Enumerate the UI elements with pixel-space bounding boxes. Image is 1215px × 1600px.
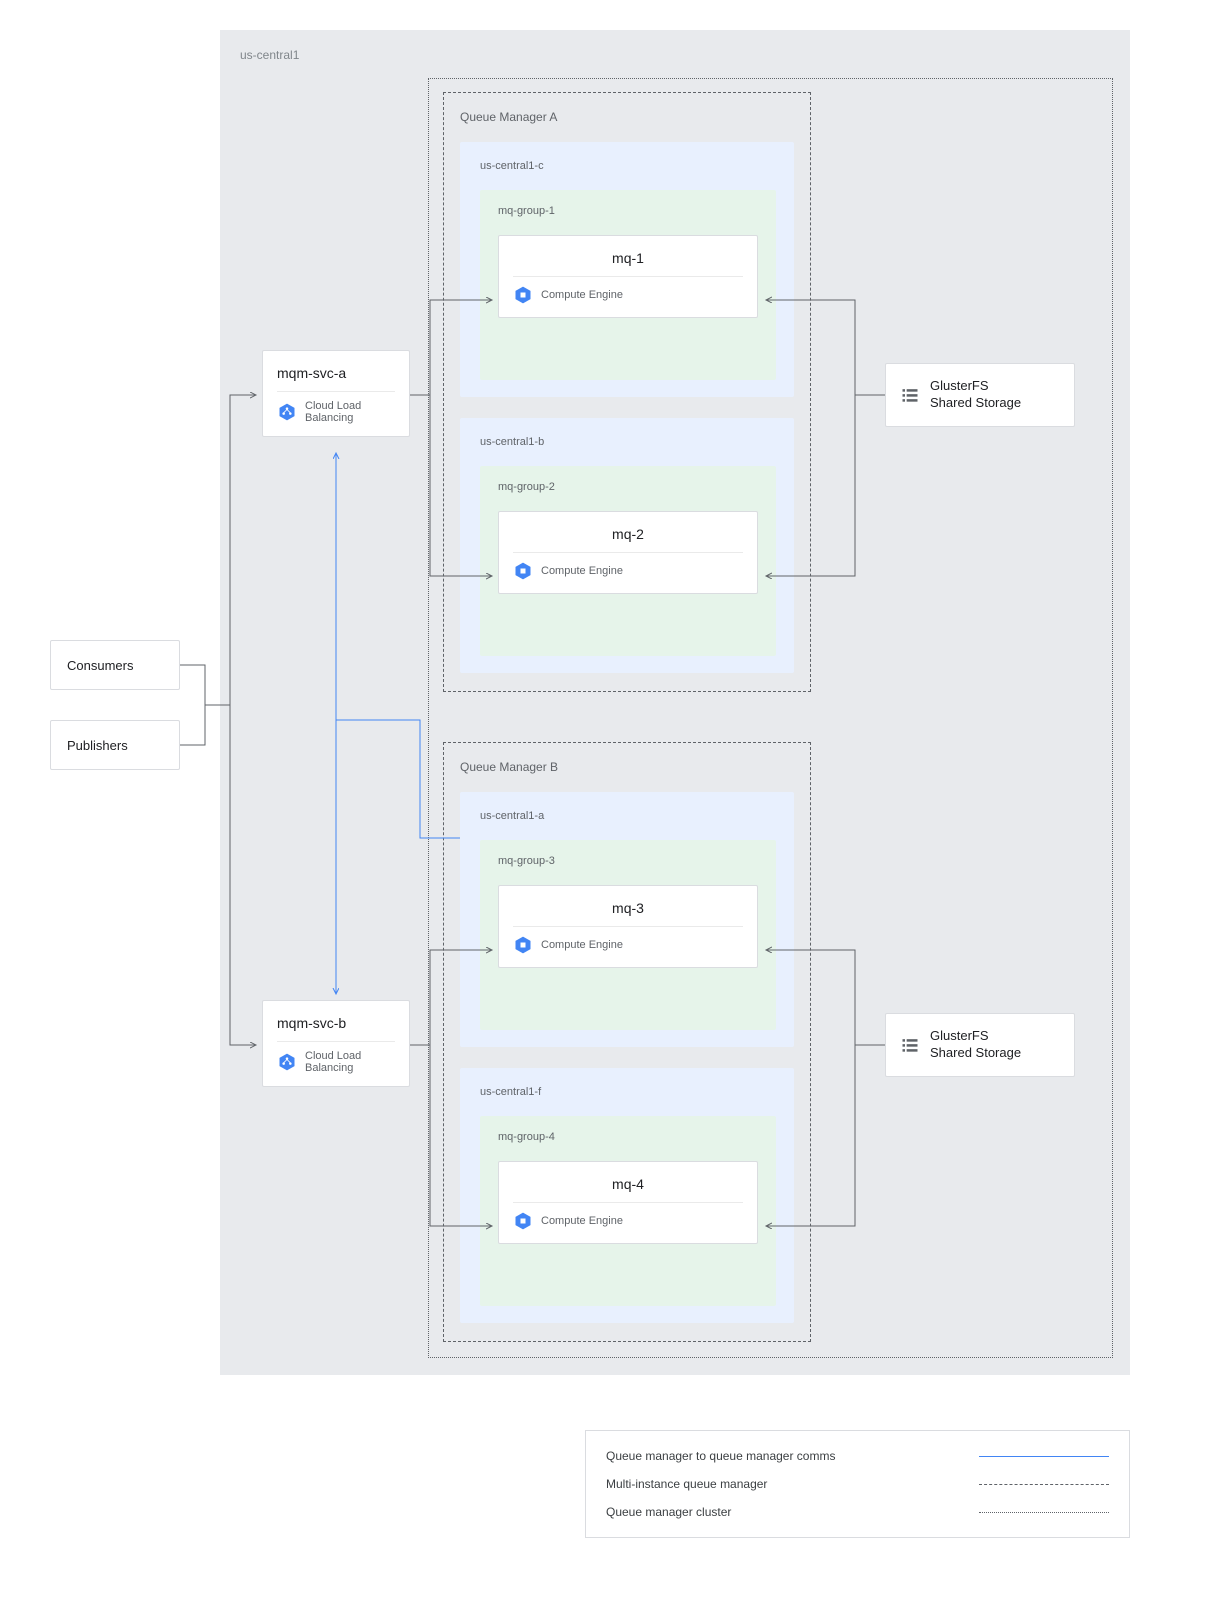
mq-1-title: mq-1 bbox=[513, 250, 743, 266]
legend-line-solid bbox=[979, 1456, 1109, 1457]
storage-line2: Shared Storage bbox=[930, 395, 1021, 410]
legend-line-dotted bbox=[979, 1512, 1109, 1513]
legend-row-3: Queue manager cluster bbox=[606, 1505, 1109, 1519]
mqm-svc-b-card: mqm-svc-b Cloud Load Balancing bbox=[262, 1000, 410, 1087]
cloud-load-balancing-icon bbox=[277, 402, 297, 422]
mq-4-title: mq-4 bbox=[513, 1176, 743, 1192]
consumers-card: Consumers bbox=[50, 640, 180, 690]
mq-1-sub: Compute Engine bbox=[513, 285, 743, 305]
legend-row-2: Multi-instance queue manager bbox=[606, 1477, 1109, 1491]
mqm-svc-a-sub: Cloud Load Balancing bbox=[277, 400, 395, 424]
zone-label-f: us-central1-f bbox=[480, 1086, 541, 1098]
storage-line1: GlusterFS bbox=[930, 378, 989, 393]
list-icon bbox=[900, 385, 920, 405]
mq-3-title: mq-3 bbox=[513, 900, 743, 916]
storage-line2-b: Shared Storage bbox=[930, 1045, 1021, 1060]
glusterfs-storage-a: GlusterFS Shared Storage bbox=[885, 363, 1075, 427]
mq-group-4-label: mq-group-4 bbox=[498, 1131, 555, 1143]
mq-2-sub: Compute Engine bbox=[513, 561, 743, 581]
compute-engine-icon bbox=[513, 561, 533, 581]
mq-3-sub: Compute Engine bbox=[513, 935, 743, 955]
diagram-canvas: us-central1 Queue Manager A us-central1-… bbox=[0, 0, 1215, 1600]
compute-engine-icon bbox=[513, 1211, 533, 1231]
mqm-svc-a-title: mqm-svc-a bbox=[277, 365, 395, 381]
compute-engine-icon bbox=[513, 935, 533, 955]
legend-row-1: Queue manager to queue manager comms bbox=[606, 1449, 1109, 1463]
glusterfs-storage-b: GlusterFS Shared Storage bbox=[885, 1013, 1075, 1077]
legend-line-dashed bbox=[979, 1484, 1109, 1485]
compute-engine-icon bbox=[513, 285, 533, 305]
publishers-card: Publishers bbox=[50, 720, 180, 770]
list-icon bbox=[900, 1035, 920, 1055]
queue-manager-b-label: Queue Manager B bbox=[460, 760, 558, 774]
mqm-svc-a-card: mqm-svc-a Cloud Load Balancing bbox=[262, 350, 410, 437]
mq-2-card: mq-2 Compute Engine bbox=[498, 511, 758, 594]
storage-line1-b: GlusterFS bbox=[930, 1028, 989, 1043]
zone-label-c: us-central1-c bbox=[480, 160, 544, 172]
mqm-svc-b-sub: Cloud Load Balancing bbox=[277, 1050, 395, 1074]
mq-group-1-label: mq-group-1 bbox=[498, 205, 555, 217]
queue-manager-a-label: Queue Manager A bbox=[460, 110, 557, 124]
cloud-load-balancing-icon bbox=[277, 1052, 297, 1072]
zone-label-a: us-central1-a bbox=[480, 810, 544, 822]
mq-1-card: mq-1 Compute Engine bbox=[498, 235, 758, 318]
zone-label-b: us-central1-b bbox=[480, 436, 544, 448]
mq-2-title: mq-2 bbox=[513, 526, 743, 542]
mq-3-card: mq-3 Compute Engine bbox=[498, 885, 758, 968]
legend-box: Queue manager to queue manager comms Mul… bbox=[585, 1430, 1130, 1538]
mq-group-2-label: mq-group-2 bbox=[498, 481, 555, 493]
mqm-svc-b-title: mqm-svc-b bbox=[277, 1015, 395, 1031]
mq-4-card: mq-4 Compute Engine bbox=[498, 1161, 758, 1244]
mq-4-sub: Compute Engine bbox=[513, 1211, 743, 1231]
mq-group-3-label: mq-group-3 bbox=[498, 855, 555, 867]
region-label: us-central1 bbox=[240, 48, 299, 62]
